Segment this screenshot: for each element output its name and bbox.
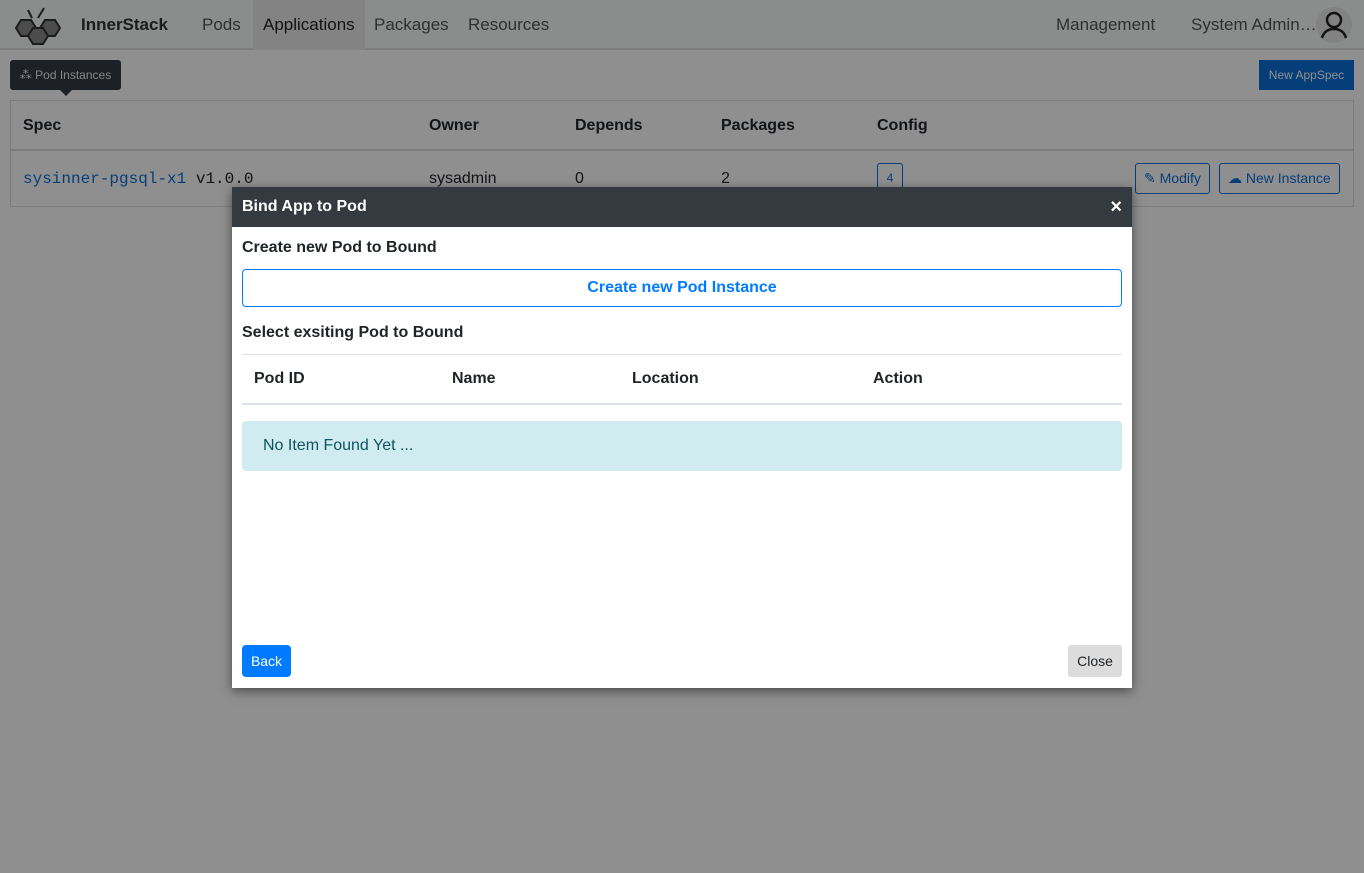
- col-pod-id: Pod ID: [254, 370, 305, 387]
- divider: [242, 354, 1122, 355]
- modal-header: Bind App to Pod ×: [232, 187, 1132, 227]
- create-pod-instance-button[interactable]: Create new Pod Instance: [242, 269, 1122, 307]
- col-location: Location: [632, 370, 699, 387]
- select-heading: Select exsiting Pod to Bound: [242, 324, 464, 341]
- close-icon[interactable]: ×: [1110, 187, 1122, 227]
- create-heading: Create new Pod to Bound: [242, 239, 437, 256]
- back-button[interactable]: Back: [242, 645, 291, 677]
- modal-title: Bind App to Pod: [242, 198, 367, 215]
- divider: [242, 403, 1122, 405]
- col-name: Name: [452, 370, 496, 387]
- bind-app-modal: Bind App to Pod × Create new Pod to Boun…: [232, 187, 1132, 688]
- col-action: Action: [873, 370, 923, 387]
- empty-alert: No Item Found Yet ...: [242, 421, 1122, 471]
- close-button[interactable]: Close: [1068, 645, 1122, 677]
